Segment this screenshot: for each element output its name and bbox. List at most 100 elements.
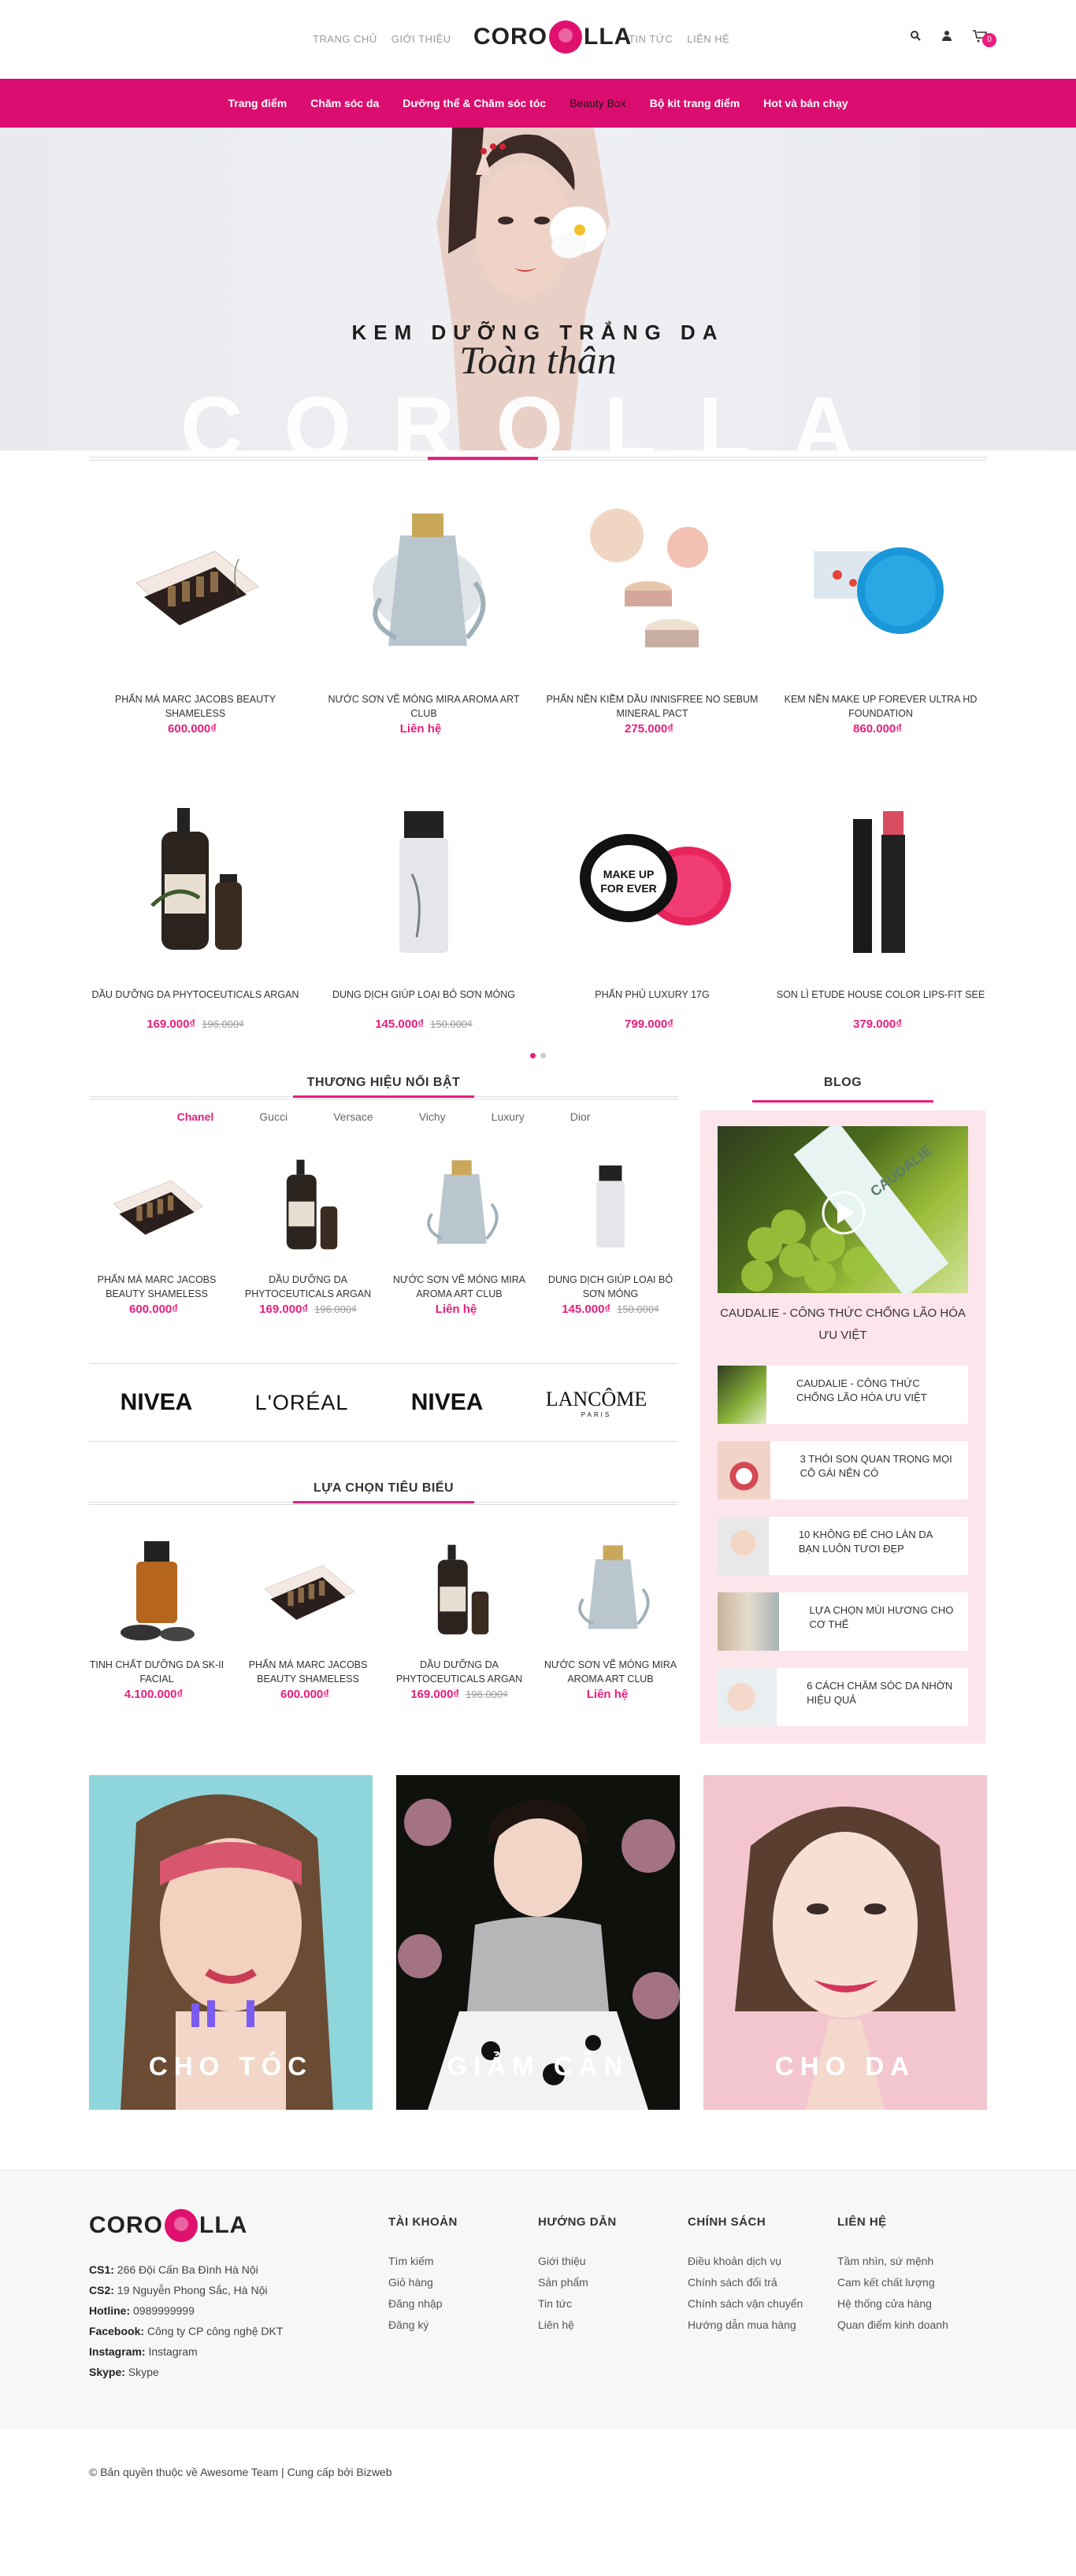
blog-item[interactable]: 10 KHÔNG ĐỂ CHO LÀN DA BẠN LUÔN TƯƠI ĐẸP <box>718 1517 968 1575</box>
banner-hair[interactable]: CHO TÓC <box>89 1775 373 2110</box>
blog-item[interactable]: 6 CÁCH CHĂM SÓC DA NHỜN HIỆU QUẢ <box>718 1668 968 1726</box>
blog-item-title[interactable]: 10 KHÔNG ĐỂ CHO LÀN DA BẠN LUÔN TƯƠI ĐẸP <box>769 1517 968 1575</box>
menu-makeup[interactable]: Trang điểm <box>228 97 287 109</box>
product-name[interactable]: DUNG DỊCH GIÚP LOẠI BỎ SƠN MÓNG <box>317 988 530 1016</box>
menu-hot[interactable]: Hot và bán chạy <box>763 97 848 109</box>
info-value[interactable]: Skype <box>125 2366 159 2378</box>
nav-home[interactable]: TRANG CHỦ <box>313 33 377 45</box>
hero-banner[interactable]: KEM DƯỠNG TRẮNG DA Toàn thân COROLLA <box>0 128 1076 450</box>
nav-about[interactable]: GIỚI THIỆU <box>391 33 451 45</box>
footer-link[interactable]: Hướng dẫn mua hàng <box>688 2315 837 2336</box>
tab-vichy[interactable]: Vichy <box>419 1110 446 1123</box>
product-image[interactable]: MAKE UP FOR EVER <box>546 780 759 984</box>
product-name[interactable]: PHẤN NỀN KIỀM DẦU INNISFREE NO SEBUM MIN… <box>546 692 759 721</box>
menu-body-hair[interactable]: Dưỡng thể & Chăm sóc tóc <box>403 97 546 109</box>
tab-luxury[interactable]: Luxury <box>492 1110 525 1123</box>
product-card[interactable]: KEM NỀN MAKE UP FOREVER ULTRA HD FOUNDAT… <box>774 484 987 736</box>
footer-link[interactable]: Liên hệ <box>538 2315 688 2336</box>
product-image[interactable] <box>240 1143 376 1269</box>
brand-logo-nivea[interactable]: NIVEA <box>121 1389 193 1416</box>
footer-link[interactable]: Chính sách vận chuyển <box>688 2293 837 2315</box>
product-name[interactable]: NƯỚC SƠN VẼ MÓNG MIRA AROMA ART CLUB <box>543 1658 678 1686</box>
product-name[interactable]: NƯỚC SƠN VẼ MÓNG MIRA AROMA ART CLUB <box>391 1273 527 1301</box>
product-card[interactable]: NƯỚC SƠN VẼ MÓNG MIRA AROMA ART CLUB Liê… <box>391 1143 527 1316</box>
blog-thumb[interactable] <box>718 1366 766 1424</box>
brand-logo-loreal[interactable]: L'ORÉAL <box>255 1391 349 1415</box>
tab-versace[interactable]: Versace <box>333 1110 373 1123</box>
product-name[interactable]: PHẤN MÁ MARC JACOBS BEAUTY SHAMELESS <box>89 1273 224 1301</box>
product-card[interactable]: DẦU DƯỠNG DA PHYTOCEUTICALS ARGAN 169.00… <box>240 1143 376 1316</box>
logo[interactable]: CORO LLA <box>473 20 632 54</box>
product-name[interactable]: PHẤN MÁ MARC JACOBS BEAUTY SHAMELESS <box>89 692 302 721</box>
blog-thumb[interactable] <box>718 1517 769 1575</box>
footer-link[interactable]: Đăng nhập <box>388 2293 538 2315</box>
banner-skin[interactable]: CHO DA <box>703 1775 987 2110</box>
footer-link[interactable]: Quan điểm kinh doanh <box>837 2315 987 2336</box>
footer-link[interactable]: Chính sách đổi trả <box>688 2272 837 2293</box>
blog-item[interactable]: 3 THÓI SON QUAN TRỌNG MỌI CÔ GÁI NÊN CÓ <box>718 1441 968 1499</box>
product-card[interactable]: DUNG DỊCH GIÚP LOẠI BỎ SƠN MÓNG 145.000₫… <box>543 1143 678 1316</box>
product-card[interactable]: PHẤN NỀN KIỀM DẦU INNISFREE NO SEBUM MIN… <box>546 484 759 736</box>
blog-thumb[interactable] <box>718 1668 777 1726</box>
blog-item[interactable]: LỰA CHỌN MÙI HƯƠNG CHO CƠ THỂ <box>718 1592 968 1651</box>
blog-item-title[interactable]: CAUDALIE - CÔNG THỨC CHỐNG LÃO HÓA ƯU VI… <box>766 1366 968 1424</box>
blog-item[interactable]: CAUDALIE - CÔNG THỨC CHỐNG LÃO HÓA ƯU VI… <box>718 1366 968 1424</box>
product-image[interactable] <box>543 1529 678 1655</box>
footer-link[interactable]: Sản phẩm <box>538 2272 688 2293</box>
info-value[interactable]: Instagram <box>146 2345 197 2358</box>
nav-contact[interactable]: LIÊN HỆ <box>687 33 729 45</box>
product-image[interactable] <box>391 1143 527 1269</box>
product-image[interactable] <box>89 484 302 689</box>
product-image[interactable] <box>89 1143 224 1269</box>
info-value[interactable]: 0989999999 <box>130 2304 195 2317</box>
blog-item-title[interactable]: 6 CÁCH CHĂM SÓC DA NHỜN HIỆU QUẢ <box>777 1668 968 1726</box>
carousel-dot-2[interactable] <box>540 1053 546 1058</box>
info-value[interactable]: Công ty CP công nghệ DKT <box>144 2325 284 2337</box>
footer-link[interactable]: Hệ thống cửa hàng <box>837 2293 987 2315</box>
tab-dior[interactable]: Dior <box>570 1110 591 1123</box>
carousel-dot-1[interactable] <box>530 1053 536 1058</box>
product-name[interactable]: DẦU DƯỠNG DA PHYTOCEUTICALS ARGAN <box>89 988 302 1016</box>
product-card[interactable]: DUNG DỊCH GIÚP LOẠI BỎ SƠN MÓNG 145.000₫… <box>317 780 530 1031</box>
product-image[interactable] <box>317 780 530 984</box>
blog-featured-title[interactable]: CAUDALIE - CÔNG THỨC CHỐNG LÃO HÓA ƯU VI… <box>718 1303 968 1347</box>
product-card[interactable]: PHẤN MÁ MARC JACOBS BEAUTY SHAMELESS 600… <box>89 484 302 736</box>
product-card[interactable]: SON LÌ ETUDE HOUSE COLOR LIPS-FIT SEE 37… <box>774 780 987 1031</box>
blog-thumb[interactable] <box>718 1441 770 1499</box>
product-image[interactable] <box>391 1529 527 1655</box>
user-icon[interactable] <box>941 30 952 41</box>
product-image[interactable] <box>774 484 987 689</box>
product-card[interactable]: NƯỚC SƠN VẼ MÓNG MIRA AROMA ART CLUB Liê… <box>317 484 530 736</box>
product-image[interactable] <box>89 1529 224 1655</box>
product-name[interactable]: NƯỚC SƠN VẼ MÓNG MIRA AROMA ART CLUB <box>317 692 530 721</box>
footer-link[interactable]: Giới thiệu <box>538 2251 688 2272</box>
footer-logo[interactable]: CORO LLA <box>89 2209 388 2242</box>
search-icon[interactable] <box>910 30 921 41</box>
footer-link[interactable]: Tin tức <box>538 2293 688 2315</box>
cart-icon[interactable]: 0 <box>973 30 996 47</box>
product-name[interactable]: DUNG DỊCH GIÚP LOẠI BỎ SƠN MÓNG <box>543 1273 678 1301</box>
product-name[interactable]: PHẤN PHỦ LUXURY 17G <box>546 988 759 1016</box>
tab-gucci[interactable]: Gucci <box>259 1110 288 1123</box>
blog-thumb[interactable] <box>718 1592 780 1651</box>
product-card[interactable]: PHẤN MÁ MARC JACOBS BEAUTY SHAMELESS 600… <box>89 1143 224 1316</box>
menu-beauty-box[interactable]: Beauty Box <box>570 97 626 109</box>
product-card[interactable]: DẦU DƯỠNG DA PHYTOCEUTICALS ARGAN 169.00… <box>391 1529 527 1701</box>
product-image[interactable] <box>89 780 302 984</box>
product-image[interactable] <box>543 1143 678 1269</box>
blog-item-title[interactable]: LỰA CHỌN MÙI HƯƠNG CHO CƠ THỂ <box>779 1592 968 1651</box>
product-card[interactable]: PHẤN MÁ MARC JACOBS BEAUTY SHAMELESS 600… <box>240 1529 376 1701</box>
product-card[interactable]: NƯỚC SƠN VẼ MÓNG MIRA AROMA ART CLUB Liê… <box>543 1529 678 1701</box>
nav-news[interactable]: TIN TỨC <box>629 33 673 45</box>
footer-link[interactable]: Đăng ký <box>388 2315 538 2336</box>
product-card[interactable]: MAKE UP FOR EVER PHẤN PHỦ LUXURY 17G 799.… <box>546 780 759 1031</box>
blog-item-title[interactable]: 3 THÓI SON QUAN TRỌNG MỌI CÔ GÁI NÊN CÓ <box>770 1441 968 1499</box>
product-card[interactable]: DẦU DƯỠNG DA PHYTOCEUTICALS ARGAN 169.00… <box>89 780 302 1031</box>
play-icon[interactable] <box>823 1192 864 1233</box>
product-image[interactable] <box>774 780 987 984</box>
banner-weight-loss[interactable]: GIẢM CÂN <box>396 1775 680 2110</box>
footer-link[interactable]: Giỏ hàng <box>388 2272 538 2293</box>
brand-logo-nivea-2[interactable]: NIVEA <box>411 1389 484 1416</box>
brand-logo-lancome[interactable]: LANCÔME PARIS <box>546 1388 647 1418</box>
footer-link[interactable]: Cam kết chất lượng <box>837 2272 987 2293</box>
